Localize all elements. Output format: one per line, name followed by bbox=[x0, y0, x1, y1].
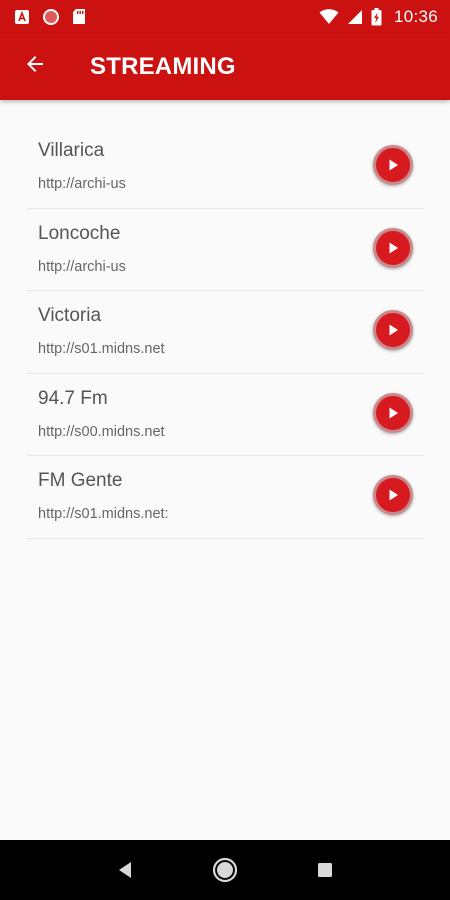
app-screen: 10:36 STREAMING Villarica http://archi-u… bbox=[0, 0, 450, 900]
sd-card-icon bbox=[72, 8, 86, 25]
station-url: http://archi-us bbox=[38, 258, 126, 275]
status-notifications bbox=[14, 8, 86, 26]
play-icon bbox=[389, 242, 398, 253]
signal-icon bbox=[347, 9, 363, 25]
play-icon bbox=[389, 489, 398, 501]
home-circle-icon bbox=[212, 857, 238, 883]
nav-back-button[interactable] bbox=[105, 850, 145, 890]
back-button[interactable] bbox=[11, 43, 59, 91]
back-triangle-icon bbox=[119, 862, 131, 878]
status-system: 10:36 bbox=[319, 7, 438, 27]
station-url: http://archi-us bbox=[38, 176, 126, 192]
station-name: Villarica bbox=[38, 140, 105, 161]
status-bar: 10:36 bbox=[0, 0, 450, 33]
play-icon bbox=[389, 407, 398, 418]
play-button[interactable] bbox=[373, 227, 413, 268]
station-name: 94.7 Fm bbox=[38, 387, 108, 409]
list-item[interactable]: Victoria http://s01.midns.net bbox=[27, 291, 424, 374]
list-item[interactable]: FM Gente http://s01.midns.net: bbox=[27, 456, 424, 539]
station-name: Loncoche bbox=[38, 222, 121, 244]
app-bar: STREAMING bbox=[0, 33, 450, 100]
record-icon bbox=[42, 8, 60, 26]
wifi-icon bbox=[319, 8, 339, 25]
nav-home-button[interactable] bbox=[205, 850, 245, 890]
station-url: http://s00.midns.net bbox=[38, 423, 165, 440]
station-url: http://s01.midns.net bbox=[38, 341, 165, 357]
list-item[interactable]: 94.7 Fm http://s00.midns.net bbox=[27, 374, 424, 456]
page-title: STREAMING bbox=[90, 52, 236, 80]
station-name: FM Gente bbox=[38, 470, 123, 491]
status-time: 10:36 bbox=[393, 6, 438, 26]
station-url: http://s01.midns.net: bbox=[38, 506, 169, 522]
list-item[interactable]: Loncoche http://archi-us bbox=[27, 209, 424, 291]
play-button[interactable] bbox=[373, 475, 413, 515]
play-button[interactable] bbox=[373, 310, 413, 350]
station-name: Victoria bbox=[38, 305, 102, 326]
battery-icon bbox=[371, 7, 382, 26]
arrow-back-icon bbox=[23, 52, 47, 81]
play-button[interactable] bbox=[373, 392, 413, 433]
nav-recents-button[interactable] bbox=[305, 850, 345, 890]
station-list: Villarica http://archi-us Loncoche http:… bbox=[27, 126, 424, 539]
play-icon bbox=[389, 324, 398, 336]
list-item[interactable]: Villarica http://archi-us bbox=[27, 126, 424, 209]
recents-square-icon bbox=[318, 863, 332, 877]
play-button[interactable] bbox=[373, 145, 413, 185]
play-icon bbox=[389, 159, 398, 171]
system-nav-bar bbox=[0, 840, 450, 900]
pdf-icon bbox=[14, 9, 30, 25]
